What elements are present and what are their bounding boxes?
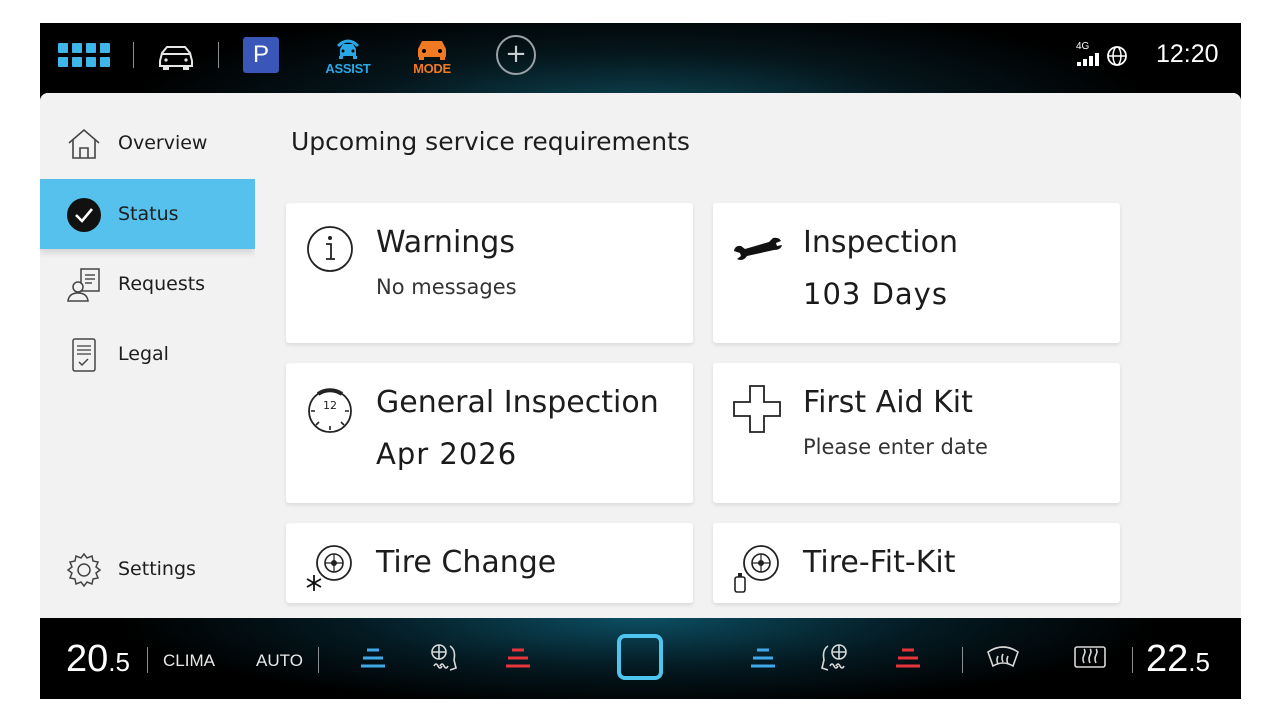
clock: 12:20 [1156, 40, 1219, 68]
card-value: Apr 2026 [376, 437, 518, 471]
globe-icon [1104, 43, 1130, 69]
tire-fit-kit-card[interactable]: Tire-Fit-Kit [713, 523, 1120, 603]
svg-text:12: 12 [323, 399, 337, 412]
wrench-icon [734, 237, 782, 260]
right-temp-decimal: .5 [1188, 647, 1210, 677]
content-area: Upcoming service requirements Warnings N… [255, 93, 1241, 618]
apps-grid-icon[interactable] [58, 43, 110, 67]
card-title: General Inspection [376, 385, 659, 420]
tire-change-card[interactable]: Tire Change [286, 523, 693, 603]
first-aid-kit-card[interactable]: First Aid Kit Please enter date [713, 363, 1120, 503]
left-temperature[interactable]: 20.5 [66, 638, 130, 681]
home-icon [68, 128, 100, 159]
top-bar: P ASSIST MODE + 4G 12:20 [40, 23, 1241, 93]
clock-icon: 12 [308, 388, 352, 433]
check-circle-icon [67, 198, 101, 232]
car-icon[interactable] [154, 38, 198, 74]
card-title: First Aid Kit [803, 385, 973, 420]
gear-icon [66, 552, 102, 588]
seat-heat-icon[interactable] [890, 640, 926, 676]
divider [962, 647, 963, 673]
parking-button[interactable]: P [243, 37, 279, 73]
front-defrost-icon[interactable] [985, 640, 1021, 676]
general-inspection-card[interactable]: 12 General Inspection Apr 2026 [286, 363, 693, 503]
inspection-card[interactable]: Inspection 103 Days [713, 203, 1120, 343]
add-icon: + [496, 35, 536, 75]
clima-button[interactable]: CLIMA [163, 651, 215, 671]
warnings-card[interactable]: Warnings No messages [286, 203, 693, 343]
page-title: Upcoming service requirements [291, 127, 690, 156]
card-title: Inspection [803, 225, 958, 260]
sidebar-item-status[interactable]: Status [40, 179, 255, 249]
divider [318, 647, 319, 673]
card-title: Tire-Fit-Kit [803, 545, 956, 580]
tire-fit-kit-icon [734, 545, 779, 593]
rear-defrost-icon[interactable] [1072, 640, 1108, 676]
divider [218, 42, 219, 68]
card-value: Please enter date [803, 435, 988, 459]
divider [1132, 647, 1133, 673]
card-title: Tire Change [376, 545, 557, 580]
main-panel: Overview Status Requests Legal Settings … [40, 93, 1241, 618]
sidebar-item-label: Requests [118, 273, 206, 295]
winter-tire-icon [306, 545, 352, 591]
card-value: No messages [376, 275, 517, 299]
signal-icon [1077, 53, 1099, 66]
mode-icon [418, 40, 446, 60]
parking-icon: P [243, 37, 279, 73]
network-label: 4G [1076, 41, 1090, 52]
assist-button[interactable]: ASSIST [322, 33, 374, 79]
fan-level-icon[interactable] [355, 640, 391, 676]
sidebar-item-settings[interactable]: Settings [40, 534, 255, 604]
auto-button[interactable]: AUTO [256, 651, 303, 671]
climate-bar: 20.5 CLIMA AUTO 22.5 [40, 618, 1241, 699]
sidebar-item-label: Overview [118, 132, 208, 154]
infotainment-screen: P ASSIST MODE + 4G 12:20 Overview Status… [40, 23, 1241, 699]
assist-icon [336, 39, 360, 59]
mode-label: MODE [413, 60, 451, 76]
sidebar-item-legal[interactable]: Legal [40, 319, 255, 389]
sidebar-item-label: Legal [118, 343, 169, 365]
home-button[interactable] [617, 634, 663, 680]
add-shortcut-button[interactable]: + [496, 35, 536, 75]
sidebar: Overview Status Requests Legal Settings [40, 93, 255, 618]
sidebar-item-overview[interactable]: Overview [40, 108, 255, 178]
seat-heat-icon[interactable] [500, 640, 536, 676]
document-icon [72, 338, 96, 372]
divider [133, 42, 134, 68]
requests-icon [67, 268, 100, 302]
seat-ventilation-icon[interactable] [426, 640, 462, 676]
first-aid-icon [733, 385, 781, 433]
assist-label: ASSIST [325, 60, 371, 76]
sidebar-item-label: Settings [118, 558, 196, 580]
fan-level-icon[interactable] [745, 640, 781, 676]
seat-ventilation-icon[interactable] [816, 640, 852, 676]
left-temp-decimal: .5 [108, 647, 130, 677]
right-temperature[interactable]: 22.5 [1146, 638, 1210, 681]
card-value: 103 Days [803, 277, 948, 311]
mode-button[interactable]: MODE [408, 33, 456, 79]
info-icon [307, 226, 353, 272]
left-temp-integer: 20 [66, 638, 109, 680]
right-temp-integer: 22 [1146, 638, 1189, 680]
card-title: Warnings [376, 225, 515, 260]
sidebar-item-requests[interactable]: Requests [40, 249, 255, 319]
divider [147, 647, 148, 673]
sidebar-item-label: Status [118, 203, 179, 225]
